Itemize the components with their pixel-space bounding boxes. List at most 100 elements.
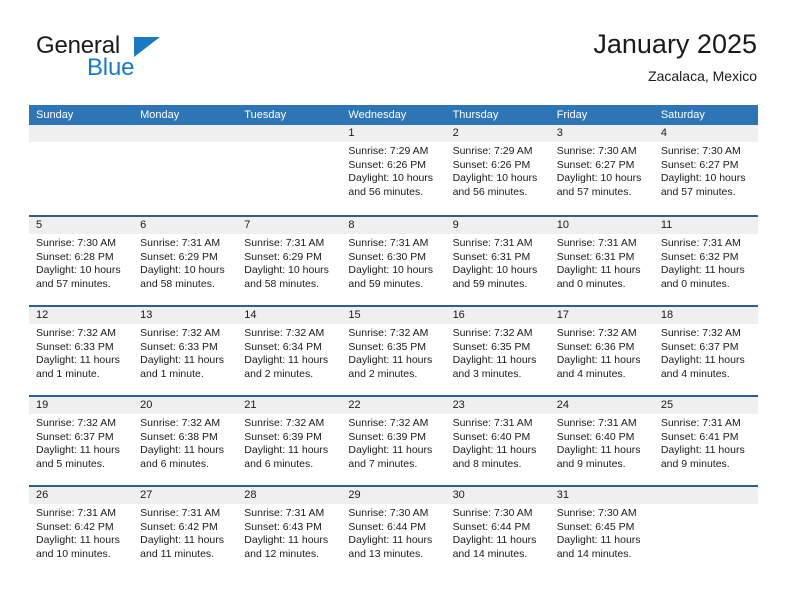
sunrise-text: Sunrise: 7:32 AM xyxy=(36,417,116,429)
day-cell[interactable]: 16 Sunrise: 7:32 AM Sunset: 6:35 PM Dayligh… xyxy=(445,307,550,395)
day-cell[interactable]: 17 Sunrise: 7:32 AM Sunset: 6:36 PM Dayligh… xyxy=(549,307,654,395)
day-cell-empty xyxy=(133,125,238,215)
day-cell[interactable]: 10 Sunrise: 7:31 AM Sunset: 6:31 PM Dayligh… xyxy=(549,217,654,305)
weekday-header-tuesday: Tuesday xyxy=(244,109,287,121)
sunset-text: Sunset: 6:30 PM xyxy=(348,250,427,263)
day-cell[interactable]: 22 Sunrise: 7:32 AM Sunset: 6:39 PM Dayligh… xyxy=(341,397,446,485)
sunset-text: Sunset: 6:37 PM xyxy=(36,430,114,443)
daylight-text-line1: Daylight: 11 hours xyxy=(244,444,329,457)
sunrise-text: Sunrise: 7:30 AM xyxy=(36,237,116,249)
sunset-text: Sunset: 6:27 PM xyxy=(660,158,739,171)
sunset-text: Sunset: 6:27 PM xyxy=(556,158,635,171)
day-number xyxy=(29,125,134,142)
day-cell[interactable]: 27 Sunrise: 7:31 AM Sunset: 6:42 PM Dayligh… xyxy=(133,487,238,575)
day-cell[interactable]: 21 Sunrise: 7:32 AM Sunset: 6:39 PM Dayligh… xyxy=(237,397,342,485)
sunset-text: Sunset: 6:26 PM xyxy=(452,158,531,171)
sunset-text: Sunset: 6:39 PM xyxy=(348,430,427,443)
calendar-week-row: 19 Sunrise: 7:32 AM Sunset: 6:37 PM Dayligh… xyxy=(29,395,758,485)
sunset-text: Sunset: 6:44 PM xyxy=(348,520,427,533)
day-sun-info: Sunrise: 7:32 AM Sunset: 6:35 PM Daylight:… xyxy=(341,324,445,381)
day-sun-info: Sunrise: 7:32 AM Sunset: 6:37 PM Daylight:… xyxy=(654,324,758,381)
day-cell[interactable]: 3 Sunrise: 7:30 AM Sunset: 6:27 PM Daylight… xyxy=(549,125,654,215)
sunset-text: Sunset: 6:36 PM xyxy=(556,340,635,353)
day-number: 12 xyxy=(29,307,134,324)
day-cell-empty xyxy=(653,487,758,575)
calendar-week-row: 26 Sunrise: 7:31 AM Sunset: 6:42 PM Dayligh… xyxy=(29,485,758,575)
triangle-icon xyxy=(134,37,160,57)
day-cell[interactable]: 30 Sunrise: 7:30 AM Sunset: 6:44 PM Dayligh… xyxy=(445,487,550,575)
day-cell[interactable]: 28 Sunrise: 7:31 AM Sunset: 6:43 PM Dayligh… xyxy=(237,487,342,575)
day-cell[interactable]: 24 Sunrise: 7:31 AM Sunset: 6:40 PM Dayligh… xyxy=(549,397,654,485)
daylight-text-line2: and 6 minutes. xyxy=(244,457,314,470)
general-blue-logo: General Blue xyxy=(36,32,216,84)
day-cell[interactable]: 6 Sunrise: 7:31 AM Sunset: 6:29 PM Daylight… xyxy=(133,217,238,305)
sunset-text: Sunset: 6:31 PM xyxy=(452,250,531,263)
day-cell[interactable]: 15 Sunrise: 7:32 AM Sunset: 6:35 PM Dayligh… xyxy=(341,307,446,395)
day-sun-info: Sunrise: 7:31 AM Sunset: 6:30 PM Daylight:… xyxy=(341,234,445,291)
daylight-text-line1: Daylight: 11 hours xyxy=(452,444,537,457)
daylight-text-line2: and 5 minutes. xyxy=(36,457,105,470)
daylight-text-line1: Daylight: 11 hours xyxy=(556,264,641,277)
weekday-header-row: Sunday Monday Tuesday Wednesday Thursday Frid… xyxy=(29,105,758,125)
sunset-text: Sunset: 6:32 PM xyxy=(660,250,739,263)
sunset-text: Sunset: 6:33 PM xyxy=(36,340,114,353)
day-number: 8 xyxy=(341,217,446,234)
day-number: 1 xyxy=(341,125,446,142)
daylight-text-line1: Daylight: 11 hours xyxy=(36,444,120,457)
daylight-text-line1: Daylight: 11 hours xyxy=(556,534,641,547)
day-sun-info: Sunrise: 7:31 AM Sunset: 6:42 PM Daylight:… xyxy=(133,504,237,561)
sunrise-text: Sunrise: 7:31 AM xyxy=(556,237,637,249)
weekday-header-saturday: Saturday xyxy=(660,109,705,121)
day-cell[interactable]: 26 Sunrise: 7:31 AM Sunset: 6:42 PM Dayligh… xyxy=(29,487,134,575)
day-cell[interactable]: 5 Sunrise: 7:30 AM Sunset: 6:28 PM Daylight… xyxy=(29,217,134,305)
day-number xyxy=(653,487,758,504)
day-sun-info: Sunrise: 7:31 AM Sunset: 6:40 PM Daylight:… xyxy=(446,414,550,471)
daylight-text-line1: Daylight: 11 hours xyxy=(452,534,537,547)
daylight-text-line2: and 10 minutes. xyxy=(36,547,111,560)
daylight-text-line2: and 0 minutes. xyxy=(660,277,730,290)
daylight-text-line1: Daylight: 11 hours xyxy=(348,534,433,547)
daylight-text-line2: and 56 minutes. xyxy=(348,185,424,198)
day-cell[interactable]: 2 Sunrise: 7:29 AM Sunset: 6:26 PM Daylight… xyxy=(445,125,550,215)
day-cell[interactable]: 14 Sunrise: 7:32 AM Sunset: 6:34 PM Dayligh… xyxy=(237,307,342,395)
daylight-text-line2: and 57 minutes. xyxy=(36,277,111,290)
daylight-text-line2: and 9 minutes. xyxy=(556,457,626,470)
daylight-text-line1: Daylight: 11 hours xyxy=(660,264,745,277)
sunset-text: Sunset: 6:39 PM xyxy=(244,430,322,443)
daylight-text-line2: and 8 minutes. xyxy=(452,457,522,470)
day-cell[interactable]: 20 Sunrise: 7:32 AM Sunset: 6:38 PM Dayligh… xyxy=(133,397,238,485)
sunset-text: Sunset: 6:33 PM xyxy=(140,340,218,353)
day-cell[interactable]: 8 Sunrise: 7:31 AM Sunset: 6:30 PM Daylight… xyxy=(341,217,446,305)
day-cell[interactable]: 31 Sunrise: 7:30 AM Sunset: 6:45 PM Dayligh… xyxy=(549,487,654,575)
sunset-text: Sunset: 6:44 PM xyxy=(452,520,531,533)
day-sun-info: Sunrise: 7:32 AM Sunset: 6:33 PM Daylight:… xyxy=(29,324,133,381)
daylight-text-line1: Daylight: 11 hours xyxy=(660,354,745,367)
day-cell[interactable]: 19 Sunrise: 7:32 AM Sunset: 6:37 PM Dayligh… xyxy=(29,397,134,485)
day-cell[interactable]: 18 Sunrise: 7:32 AM Sunset: 6:37 PM Dayligh… xyxy=(653,307,758,395)
daylight-text-line2: and 1 minute. xyxy=(140,367,204,380)
sunrise-text: Sunrise: 7:30 AM xyxy=(348,507,429,519)
sunset-text: Sunset: 6:38 PM xyxy=(140,430,218,443)
sunrise-text: Sunrise: 7:31 AM xyxy=(244,507,325,519)
daylight-text-line1: Daylight: 11 hours xyxy=(140,534,224,547)
day-sun-info: Sunrise: 7:31 AM Sunset: 6:43 PM Daylight:… xyxy=(237,504,341,561)
sunrise-text: Sunrise: 7:31 AM xyxy=(348,237,429,249)
day-cell[interactable]: 11 Sunrise: 7:31 AM Sunset: 6:32 PM Dayligh… xyxy=(653,217,758,305)
day-number: 5 xyxy=(29,217,134,234)
daylight-text-line1: Daylight: 11 hours xyxy=(244,534,329,547)
day-cell[interactable]: 4 Sunrise: 7:30 AM Sunset: 6:27 PM Daylight… xyxy=(653,125,758,215)
day-cell[interactable]: 25 Sunrise: 7:31 AM Sunset: 6:41 PM Dayligh… xyxy=(653,397,758,485)
day-cell[interactable]: 12 Sunrise: 7:32 AM Sunset: 6:33 PM Dayligh… xyxy=(29,307,134,395)
sunrise-text: Sunrise: 7:29 AM xyxy=(452,145,533,157)
day-cell-empty xyxy=(237,125,342,215)
day-cell[interactable]: 13 Sunrise: 7:32 AM Sunset: 6:33 PM Dayligh… xyxy=(133,307,238,395)
day-sun-info: Sunrise: 7:32 AM Sunset: 6:39 PM Daylight:… xyxy=(237,414,341,471)
day-cell[interactable]: 1 Sunrise: 7:29 AM Sunset: 6:26 PM Daylight… xyxy=(341,125,446,215)
day-cell[interactable]: 9 Sunrise: 7:31 AM Sunset: 6:31 PM Daylight… xyxy=(445,217,550,305)
sunrise-text: Sunrise: 7:32 AM xyxy=(244,417,325,429)
daylight-text-line1: Daylight: 11 hours xyxy=(140,444,224,457)
day-cell[interactable]: 7 Sunrise: 7:31 AM Sunset: 6:29 PM Daylight… xyxy=(237,217,342,305)
day-cell[interactable]: 29 Sunrise: 7:30 AM Sunset: 6:44 PM Dayligh… xyxy=(341,487,446,575)
day-cell[interactable]: 23 Sunrise: 7:31 AM Sunset: 6:40 PM Dayligh… xyxy=(445,397,550,485)
sunrise-text: Sunrise: 7:30 AM xyxy=(556,507,637,519)
